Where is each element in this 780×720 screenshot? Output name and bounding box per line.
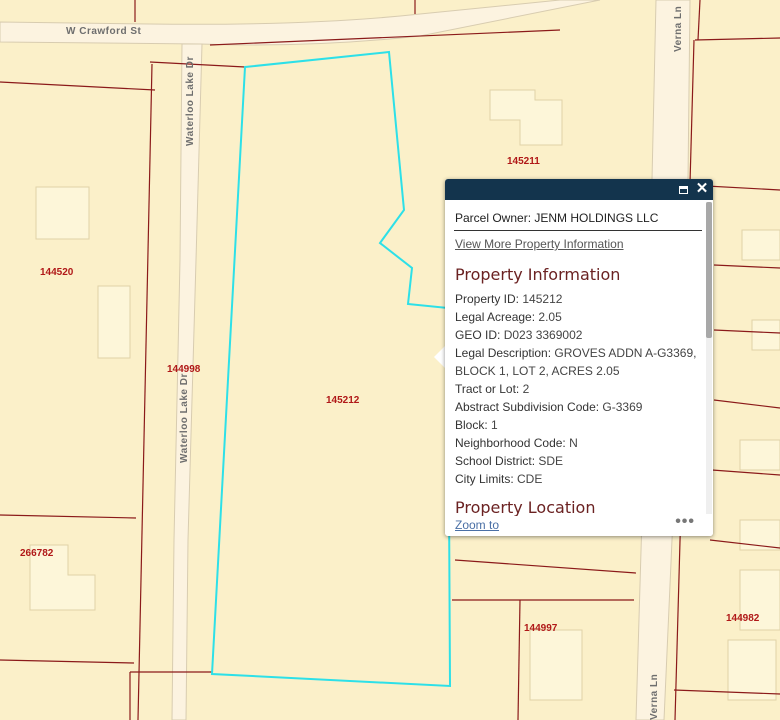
field-label: Block: [455, 418, 488, 432]
parcel-label: 144998 [167, 364, 201, 375]
field-value: G-3369 [602, 400, 643, 414]
building [739, 439, 780, 471]
section-title-property-location: Property Location [455, 498, 596, 516]
building [741, 229, 780, 261]
building [751, 319, 780, 351]
parcel-label: 144982 [726, 613, 760, 624]
building [529, 629, 583, 701]
field-label: Legal Description: [455, 346, 552, 360]
field-city-limits: City Limits: CDE [455, 470, 705, 488]
parcel-label: 144997 [524, 623, 558, 634]
parcel-label: 266782 [20, 548, 54, 559]
field-label: School District: [455, 454, 536, 468]
view-more-link[interactable]: View More Property Information [455, 237, 624, 251]
field-legal-acreage: Legal Acreage: 2.05 [455, 308, 705, 326]
building [727, 639, 777, 701]
field-legal-description: Legal Description: GROVES ADDN A-G3369, … [455, 344, 705, 380]
popup-header: ✕ [445, 179, 713, 200]
field-block: Block: 1 [455, 416, 705, 434]
popup-scrollbar[interactable] [706, 202, 712, 514]
field-value: SDE [538, 454, 564, 468]
field-geo-id: GEO ID: D023 3369002 [455, 326, 705, 344]
field-label: Neighborhood Code: [455, 436, 566, 450]
street-label-waterloo-top: Waterloo Lake Dr [185, 56, 196, 146]
field-label: GEO ID: [455, 328, 501, 342]
popup-body[interactable]: Parcel Owner: JENM HOLDINGS LLC View Mor… [445, 200, 706, 516]
parcel-owner: Parcel Owner: JENM HOLDINGS LLC [455, 211, 658, 225]
popup-footer: Zoom to ••• [445, 513, 713, 536]
street-label-verna-bottom: Verna Ln [649, 674, 660, 720]
field-label: Abstract Subdivision Code: [455, 400, 600, 414]
field-value: 2.05 [538, 310, 562, 324]
property-popup: ✕ Parcel Owner: JENM HOLDINGS LLC View M… [445, 179, 713, 536]
maximize-icon[interactable] [675, 181, 691, 197]
divider [454, 230, 702, 231]
field-label: Tract or Lot: [455, 382, 520, 396]
building [35, 186, 90, 240]
street-label-verna-top: Verna Ln [673, 6, 684, 52]
street-label-crawford: W Crawford St [66, 26, 142, 37]
field-value: 2 [522, 382, 530, 396]
scroll-thumb[interactable] [706, 202, 712, 338]
field-school-district: School District: SDE [455, 452, 705, 470]
owner-label: Parcel Owner: [455, 211, 532, 225]
parcel-label: 145212 [326, 395, 360, 406]
parcel-label: 145211 [507, 156, 540, 167]
field-value: D023 3369002 [503, 328, 583, 342]
field-value: CDE [517, 472, 543, 486]
field-neighborhood-code: Neighborhood Code: N [455, 434, 705, 452]
ellipsis-icon[interactable]: ••• [675, 513, 695, 531]
property-fields: Property ID: 145212 Legal Acreage: 2.05 … [455, 290, 705, 488]
field-property-id: Property ID: 145212 [455, 290, 705, 308]
field-label: Property ID: [455, 292, 520, 306]
zoom-to-link[interactable]: Zoom to [455, 518, 499, 532]
field-value: 145212 [522, 292, 563, 306]
section-title-property-information: Property Information [455, 265, 621, 284]
field-tract-or-lot: Tract or Lot: 2 [455, 380, 705, 398]
street-label-waterloo-bottom: Waterloo Lake Dr [179, 373, 190, 463]
close-icon[interactable]: ✕ [694, 181, 710, 197]
field-label: Legal Acreage: [455, 310, 536, 324]
field-abstract-subdivision-code: Abstract Subdivision Code: G-3369 [455, 398, 705, 416]
field-value: N [569, 436, 578, 450]
parcel-label: 144520 [40, 267, 74, 278]
owner-value: JENM HOLDINGS LLC [534, 211, 659, 225]
field-value: 1 [491, 418, 498, 432]
field-label: City Limits: [455, 472, 514, 486]
building [97, 285, 131, 359]
